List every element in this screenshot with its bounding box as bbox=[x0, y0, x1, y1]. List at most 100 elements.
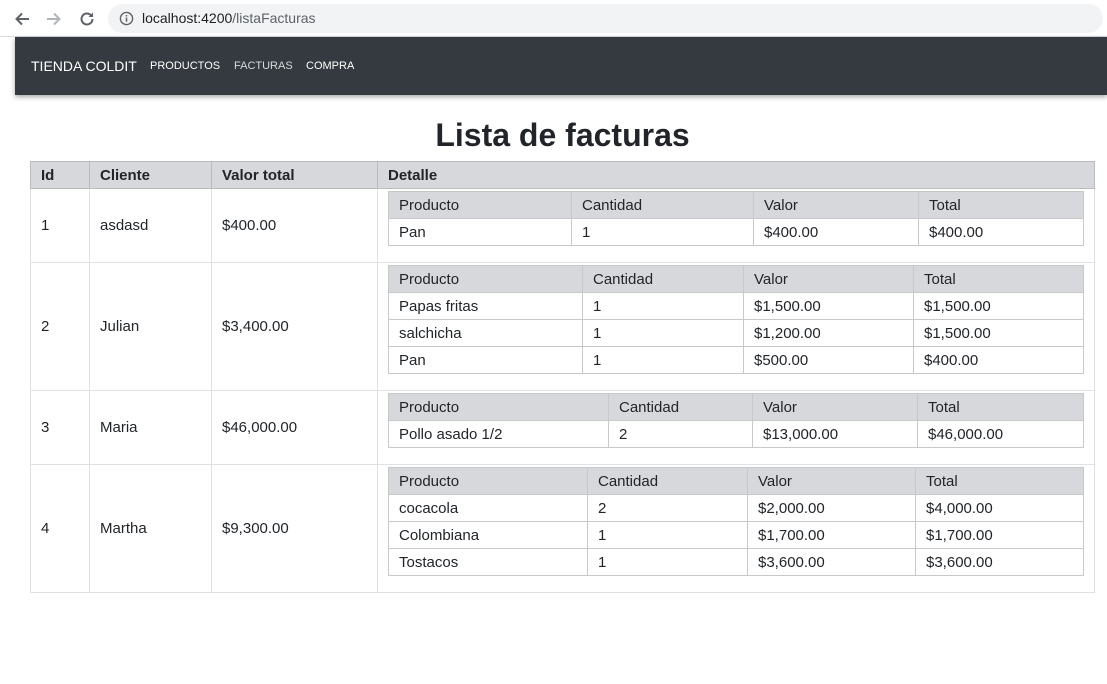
forward-arrow-icon[interactable] bbox=[43, 8, 65, 30]
detail-valor: $2,000.00 bbox=[747, 494, 916, 522]
address-bar[interactable]: localhost:4200/listaFacturas bbox=[108, 4, 1103, 33]
detail-header-cantidad: Cantidad bbox=[608, 393, 753, 421]
detail-cantidad: 1 bbox=[587, 521, 748, 549]
table-header-row: Id Cliente Valor total Detalle bbox=[30, 161, 1095, 189]
detail-header-valor: Valor bbox=[743, 265, 914, 293]
detail-table: Producto Cantidad Valor Total Pollo asad… bbox=[388, 393, 1084, 448]
header-id: Id bbox=[30, 161, 90, 189]
detail-header-row: Producto Cantidad Valor Total bbox=[388, 393, 1084, 421]
detail-header-producto: Producto bbox=[388, 191, 572, 219]
detail-producto: salchicha bbox=[388, 319, 583, 347]
detail-valor: $1,200.00 bbox=[743, 319, 914, 347]
detail-header-valor: Valor bbox=[753, 191, 919, 219]
detail-header-total: Total bbox=[915, 467, 1084, 495]
url-host: localhost:4200 bbox=[142, 10, 233, 26]
detail-total: $1,500.00 bbox=[913, 319, 1084, 347]
detail-valor: $3,600.00 bbox=[747, 548, 916, 576]
invoices-table: Id Cliente Valor total Detalle 1 asdasd … bbox=[30, 161, 1095, 593]
detail-cantidad: 1 bbox=[582, 319, 744, 347]
cell-cliente: Julian bbox=[89, 262, 212, 391]
cell-detalle: Producto Cantidad Valor Total Pollo asad… bbox=[377, 390, 1095, 465]
detail-total: $1,700.00 bbox=[915, 521, 1084, 549]
nav-link-compra[interactable]: COMPRA bbox=[306, 59, 354, 73]
detail-total: $1,500.00 bbox=[913, 292, 1084, 320]
detail-cantidad: 2 bbox=[587, 494, 748, 522]
back-arrow-icon[interactable] bbox=[11, 8, 33, 30]
detail-row: cocacola 2 $2,000.00 $4,000.00 bbox=[388, 494, 1084, 522]
cell-detalle: Producto Cantidad Valor Total cocacola 2… bbox=[377, 464, 1095, 593]
detail-valor: $1,500.00 bbox=[743, 292, 914, 320]
cell-id: 2 bbox=[30, 262, 90, 391]
detail-valor: $13,000.00 bbox=[752, 420, 918, 448]
cell-valor-total: $46,000.00 bbox=[211, 390, 378, 465]
cell-id: 4 bbox=[30, 464, 90, 593]
detail-header-producto: Producto bbox=[388, 393, 609, 421]
table-row: 4 Martha $9,300.00 Producto Cantidad Val… bbox=[30, 464, 1095, 593]
detail-header-total: Total bbox=[918, 191, 1084, 219]
detail-header-cantidad: Cantidad bbox=[587, 467, 748, 495]
detail-total: $46,000.00 bbox=[917, 420, 1084, 448]
detail-row: Tostacos 1 $3,600.00 $3,600.00 bbox=[388, 548, 1084, 576]
detail-row: Pollo asado 1/2 2 $13,000.00 $46,000.00 bbox=[388, 420, 1084, 448]
detail-table: Producto Cantidad Valor Total cocacola 2… bbox=[388, 467, 1084, 576]
info-icon[interactable] bbox=[119, 11, 134, 26]
detail-header-total: Total bbox=[917, 393, 1084, 421]
detail-cantidad: 2 bbox=[608, 420, 753, 448]
detail-total: $400.00 bbox=[918, 218, 1084, 246]
cell-detalle: Producto Cantidad Valor Total Pan 1 $400… bbox=[377, 188, 1095, 263]
detail-header-producto: Producto bbox=[388, 467, 588, 495]
detail-header-producto: Producto bbox=[388, 265, 583, 293]
cell-detalle: Producto Cantidad Valor Total Papas frit… bbox=[377, 262, 1095, 391]
detail-header-row: Producto Cantidad Valor Total bbox=[388, 265, 1084, 293]
navbar-brand[interactable]: TIENDA COLDIT bbox=[31, 58, 137, 75]
detail-producto: Pan bbox=[388, 218, 572, 246]
detail-row: Colombiana 1 $1,700.00 $1,700.00 bbox=[388, 521, 1084, 549]
detail-total: $4,000.00 bbox=[915, 494, 1084, 522]
detail-header-row: Producto Cantidad Valor Total bbox=[388, 191, 1084, 219]
header-valor-total: Valor total bbox=[211, 161, 378, 189]
detail-producto: Colombiana bbox=[388, 521, 588, 549]
detail-valor: $400.00 bbox=[753, 218, 919, 246]
cell-cliente: Maria bbox=[89, 390, 212, 465]
detail-producto: Pollo asado 1/2 bbox=[388, 420, 609, 448]
cell-valor-total: $3,400.00 bbox=[211, 262, 378, 391]
detail-total: $3,600.00 bbox=[915, 548, 1084, 576]
table-row: 3 Maria $46,000.00 Producto Cantidad Val… bbox=[30, 390, 1095, 465]
detail-row: salchicha 1 $1,200.00 $1,500.00 bbox=[388, 319, 1084, 347]
cell-valor-total: $9,300.00 bbox=[211, 464, 378, 593]
page-title: Lista de facturas bbox=[435, 117, 690, 153]
detail-producto: Tostacos bbox=[388, 548, 588, 576]
url-path: /listaFacturas bbox=[232, 10, 316, 26]
detail-table: Producto Cantidad Valor Total Papas frit… bbox=[388, 265, 1084, 374]
header-detalle: Detalle bbox=[377, 161, 1095, 189]
detail-producto: cocacola bbox=[388, 494, 588, 522]
cell-id: 3 bbox=[30, 390, 90, 465]
app-navbar: TIENDA COLDIT PRODUCTOS FACTURAS COMPRA bbox=[15, 37, 1107, 95]
detail-table: Producto Cantidad Valor Total Pan 1 $400… bbox=[388, 191, 1084, 246]
nav-link-facturas[interactable]: FACTURAS bbox=[234, 59, 293, 73]
detail-row: Pan 1 $500.00 $400.00 bbox=[388, 346, 1084, 374]
header-cliente: Cliente bbox=[89, 161, 212, 189]
detail-cantidad: 1 bbox=[587, 548, 748, 576]
detail-valor: $500.00 bbox=[743, 346, 914, 374]
detail-row: Pan 1 $400.00 $400.00 bbox=[388, 218, 1084, 246]
cell-cliente: Martha bbox=[89, 464, 212, 593]
detail-header-valor: Valor bbox=[752, 393, 918, 421]
detail-header-cantidad: Cantidad bbox=[582, 265, 744, 293]
url-text[interactable]: localhost:4200/listaFacturas bbox=[142, 10, 316, 27]
cell-valor-total: $400.00 bbox=[211, 188, 378, 263]
nav-link-productos[interactable]: PRODUCTOS bbox=[150, 59, 220, 73]
detail-header-valor: Valor bbox=[747, 467, 916, 495]
detail-total: $400.00 bbox=[913, 346, 1084, 374]
detail-header-row: Producto Cantidad Valor Total bbox=[388, 467, 1084, 495]
detail-cantidad: 1 bbox=[582, 346, 744, 374]
detail-valor: $1,700.00 bbox=[747, 521, 916, 549]
table-row: 1 asdasd $400.00 Producto Cantidad Valor… bbox=[30, 188, 1095, 263]
browser-toolbar: localhost:4200/listaFacturas bbox=[0, 0, 1107, 37]
detail-producto: Pan bbox=[388, 346, 583, 374]
detail-cantidad: 1 bbox=[582, 292, 744, 320]
detail-producto: Papas fritas bbox=[388, 292, 583, 320]
reload-icon[interactable] bbox=[76, 8, 98, 30]
detail-header-total: Total bbox=[913, 265, 1084, 293]
detail-header-cantidad: Cantidad bbox=[571, 191, 754, 219]
